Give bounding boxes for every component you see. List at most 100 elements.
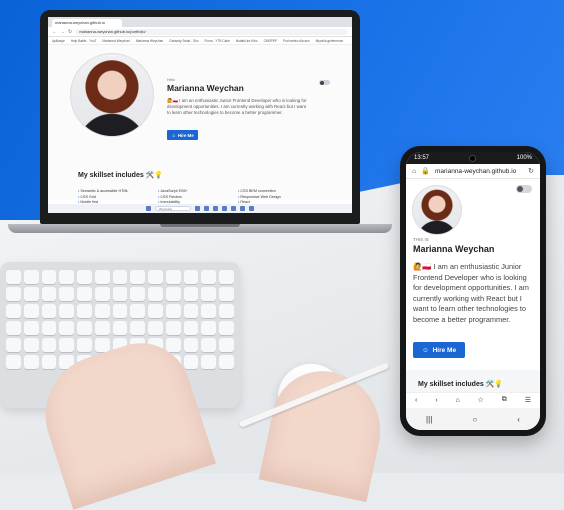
key <box>219 270 234 284</box>
skills-heading: My skillset includes 🛠️💡 <box>78 172 164 179</box>
key <box>23 321 39 335</box>
battery-level: 100% <box>516 155 532 161</box>
key <box>148 304 163 318</box>
bookmark-item[interactable]: Notatki fra Kibo <box>236 39 258 43</box>
key <box>77 270 92 284</box>
tabs-icon[interactable]: ⧉ <box>502 396 507 404</box>
key <box>59 270 75 284</box>
recents-icon[interactable]: ||| <box>426 415 432 424</box>
key <box>94 270 110 284</box>
taskbar-app-icon[interactable] <box>240 206 245 211</box>
bookmark-item[interactable]: Marianna Weychan <box>136 39 163 43</box>
status-time: 13:57 <box>414 155 430 161</box>
skill-item: CSS BEM convention <box>238 189 318 193</box>
system-back-icon[interactable]: ‹ <box>517 415 520 424</box>
theme-toggle[interactable] <box>516 185 532 193</box>
taskbar-app-icon[interactable] <box>249 206 254 211</box>
key <box>112 321 128 335</box>
home-icon[interactable]: ⌂ <box>455 397 459 404</box>
forward-icon[interactable]: → <box>60 29 65 35</box>
home-button-icon[interactable]: ○ <box>472 415 477 424</box>
taskbar-search[interactable]: Wyszukaj <box>155 206 191 211</box>
key <box>41 270 57 284</box>
phone-address-bar: ⌂ 🔒 marianna-weychan.github.io ↻ <box>406 164 540 179</box>
bio-text: 🙋🇵🇱 I am an enthusiastic Junior Frontend… <box>413 262 529 324</box>
key <box>148 321 163 335</box>
portfolio-page: Hello Marianna Weychan 🙋🇵🇱 I am an enthu… <box>48 45 352 210</box>
key <box>201 270 217 284</box>
key <box>165 287 181 301</box>
taskbar-app-icon[interactable] <box>195 206 200 211</box>
bookmark-item[interactable]: Aplikacje <box>52 39 65 43</box>
hire-me-button[interactable]: ☺ Hire Me <box>413 342 465 358</box>
taskbar-app-icon[interactable] <box>213 206 218 211</box>
key <box>94 321 110 335</box>
key <box>59 321 75 335</box>
browser-address-bar: ← → ↻ marianna-weychan.github.io/portfol… <box>48 27 352 37</box>
key <box>41 304 57 318</box>
star-icon[interactable]: ☆ <box>478 396 484 404</box>
key <box>23 304 39 318</box>
theme-toggle[interactable] <box>319 80 330 85</box>
browser-tab[interactable]: marianna-weychan.github.io <box>52 19 122 27</box>
hire-me-button[interactable]: ☺ Hire Me <box>167 130 198 140</box>
key <box>219 355 234 369</box>
key <box>183 338 199 352</box>
key <box>130 287 146 301</box>
key <box>59 338 75 352</box>
forward-icon[interactable]: › <box>435 397 437 404</box>
key <box>94 304 110 318</box>
start-icon[interactable] <box>146 206 151 211</box>
page-title: Marianna Weychan <box>167 83 244 93</box>
key <box>77 338 92 352</box>
skills-heading: My skillset includes 🛠️💡 <box>418 381 504 388</box>
key <box>165 338 181 352</box>
bookmark-item[interactable]: Fiona - YTB Calm <box>205 39 230 43</box>
home-icon[interactable]: ⌂ <box>412 168 416 175</box>
windows-taskbar: Wyszukaj <box>48 204 352 213</box>
bookmark-item[interactable]: Gwiazdy Swiat - Sko <box>169 39 198 43</box>
key <box>183 304 199 318</box>
key <box>112 287 128 301</box>
page-title: Marianna Weychan <box>413 244 495 254</box>
key <box>77 304 92 318</box>
browser-tab-bar: marianna-weychan.github.io <box>48 17 352 27</box>
key <box>183 355 199 369</box>
taskbar-app-icon[interactable] <box>231 206 236 211</box>
bookmark-item[interactable]: Mycelia gehenenon <box>316 39 344 43</box>
skill-item: JavaScript ES6+ <box>158 189 238 193</box>
reload-icon[interactable]: ↻ <box>528 167 534 175</box>
taskbar-app-icon[interactable] <box>222 206 227 211</box>
hire-me-label: Hire Me <box>432 346 457 354</box>
profile-photo <box>412 185 462 235</box>
menu-icon[interactable]: ☰ <box>525 396 531 404</box>
phone-url[interactable]: marianna-weychan.github.io <box>435 168 523 175</box>
key <box>165 321 181 335</box>
profile-photo <box>70 53 154 137</box>
back-icon[interactable]: ‹ <box>415 397 417 404</box>
bookmark-item[interactable]: Help Battle - YouT <box>71 39 97 43</box>
key <box>112 270 128 284</box>
reload-icon[interactable]: ↻ <box>68 29 72 35</box>
key <box>183 287 199 301</box>
key <box>201 338 217 352</box>
key <box>23 338 39 352</box>
hello-label: Hello <box>167 78 175 82</box>
bookmark-item[interactable]: Pod meteo dla aux <box>283 39 310 43</box>
bio-text: 🙋🇵🇱 I am an enthusiastic Junior Frontend… <box>167 98 307 115</box>
smile-icon: ☺ <box>421 346 429 354</box>
bookmark-item[interactable]: CMSPEP <box>264 39 277 43</box>
browser-bottom-nav: ‹ › ⌂ ☆ ⧉ ☰ <box>406 392 540 407</box>
taskbar-app-icon[interactable] <box>204 206 209 211</box>
url-input[interactable]: marianna-weychan.github.io/portfolio/ <box>75 28 348 35</box>
key <box>219 338 234 352</box>
bookmark-item[interactable]: Marianna Weychan <box>102 39 129 43</box>
key <box>183 270 199 284</box>
skill-item: Semantic & accessible HTML <box>78 189 158 193</box>
key <box>112 304 128 318</box>
laptop-hinge <box>160 224 240 227</box>
key <box>94 338 110 352</box>
back-icon[interactable]: ← <box>52 29 57 35</box>
key <box>41 321 57 335</box>
key <box>77 321 92 335</box>
